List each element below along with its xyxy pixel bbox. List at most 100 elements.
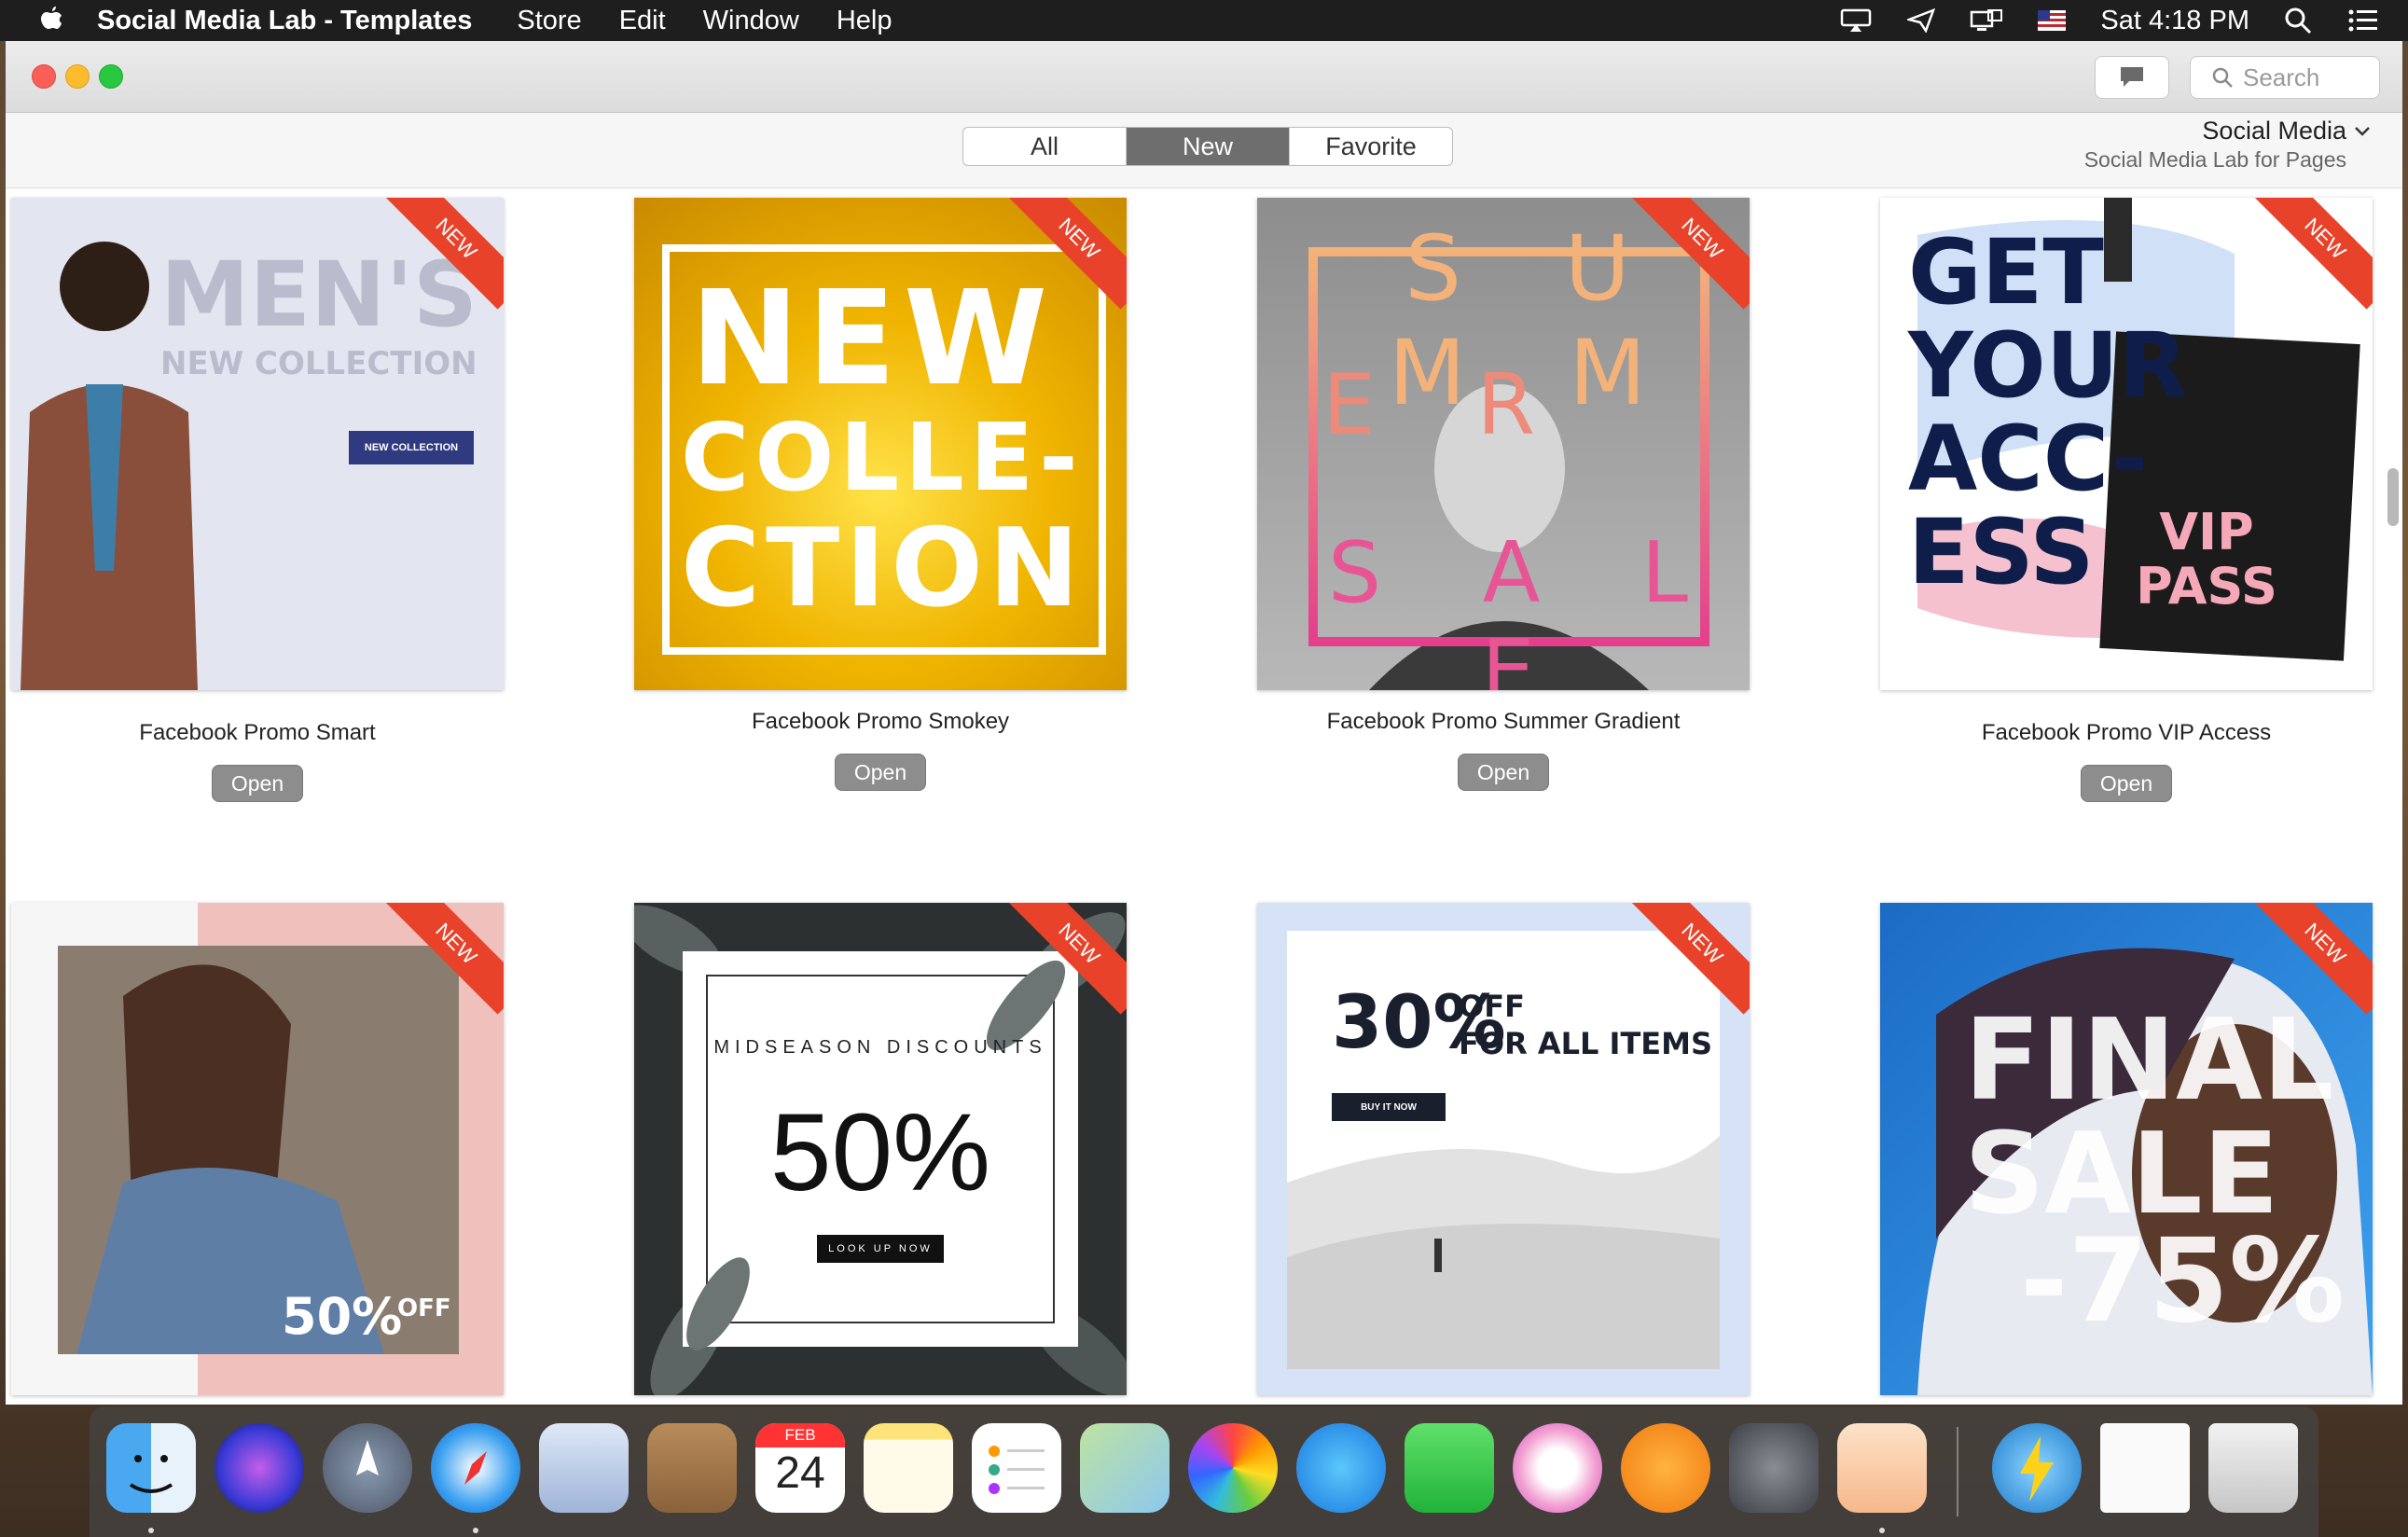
filter-segmented-control: All New Favorite <box>962 127 1453 166</box>
chevron-down-icon <box>2355 127 2370 136</box>
apple-icon[interactable] <box>37 7 65 35</box>
network-radar-icon[interactable] <box>1992 1423 2082 1513</box>
search-field[interactable]: Search <box>2190 56 2380 99</box>
open-button[interactable]: Open <box>835 754 926 791</box>
maps-icon[interactable] <box>1080 1423 1169 1513</box>
open-button[interactable]: Open <box>2081 765 2172 802</box>
art-subline: E R <box>1322 356 1573 454</box>
template-card: 30% OFF FOR ALL ITEMS BUY IT NOW NEW <box>1257 903 1750 1395</box>
template-card: FINAL SALE -75% NEW <box>1880 903 2373 1395</box>
art-subline-2: CTION <box>681 505 1086 631</box>
template-thumbnail[interactable]: 50% OFF NEW <box>11 903 504 1395</box>
launchpad-icon[interactable] <box>323 1423 412 1513</box>
art-subline-2: ACC- <box>1908 407 2149 511</box>
minimize-button[interactable] <box>65 64 90 89</box>
vertical-scrollbar[interactable] <box>2387 468 2399 526</box>
template-thumbnail[interactable]: 30% OFF FOR ALL ITEMS BUY IT NOW NEW <box>1257 903 1750 1395</box>
open-button[interactable]: Open <box>1458 754 1549 791</box>
notes-icon[interactable] <box>864 1423 953 1513</box>
template-thumbnail[interactable]: MEN'S NEW COLLECTION NEW COLLECTION NEW <box>11 198 504 690</box>
template-thumbnail[interactable]: FINAL SALE -75% NEW <box>1880 903 2373 1395</box>
filter-new[interactable]: New <box>1127 128 1290 165</box>
facetime-icon[interactable] <box>1405 1423 1494 1513</box>
art-subline: OFF <box>1459 989 1525 1024</box>
app-name-menu[interactable]: Social Media Lab - Templates <box>97 6 472 36</box>
template-title: Facebook Promo Summer Gradient <box>1326 709 1681 734</box>
search-icon <box>2212 67 2233 88</box>
template-card: MEN'S NEW COLLECTION NEW COLLECTION NEW … <box>11 198 504 802</box>
close-button[interactable] <box>32 64 56 89</box>
calendar-day: 24 <box>775 1448 825 1498</box>
category-selector[interactable]: Social Media Social Media Lab for Pages <box>2083 117 2370 173</box>
search-placeholder: Search <box>2243 62 2320 91</box>
running-indicator <box>473 1528 478 1533</box>
template-thumbnail[interactable]: GET YOUR ACC- ESS VIP PASS NEW <box>1880 198 2373 690</box>
contacts-icon[interactable] <box>647 1423 737 1513</box>
mail-icon[interactable] <box>539 1423 629 1513</box>
filter-favorite[interactable]: Favorite <box>1290 128 1452 165</box>
calendar-month: FEB <box>755 1423 845 1447</box>
safari-icon[interactable] <box>431 1423 520 1513</box>
category-title: Social Media <box>2202 117 2346 145</box>
filter-all[interactable]: All <box>963 128 1127 165</box>
templates-window: Search All New Favorite Social Media Soc… <box>6 41 2402 1405</box>
social-media-lab-icon[interactable] <box>1837 1423 1927 1513</box>
title-bar[interactable]: Search <box>6 41 2402 113</box>
running-indicator <box>148 1528 154 1533</box>
itunes-icon[interactable] <box>1513 1423 1602 1513</box>
desert-photo <box>1287 931 1720 1369</box>
document-icon[interactable] <box>2100 1423 2190 1513</box>
template-title: Facebook Promo Smokey <box>751 709 1010 734</box>
system-preferences-icon[interactable] <box>1729 1423 1819 1513</box>
template-thumbnail[interactable]: S U M M E R S A L E NEW <box>1257 198 1750 690</box>
template-card: MIDSEASON DISCOUNTS 50% LOOK UP NOW NEW <box>634 903 1127 1395</box>
template-card: S U M M E R S A L E NEW Facebook Promo S… <box>1257 198 1750 791</box>
airplay-display-icon[interactable] <box>1839 7 1873 34</box>
screen-mirror-icon[interactable] <box>1970 7 2003 34</box>
art-subline: OFF <box>397 1295 451 1322</box>
art-headline: NEW <box>690 263 1056 415</box>
category-subtitle: Social Media Lab for Pages <box>2083 147 2346 172</box>
art-subline-2: -75% <box>2020 1214 2346 1349</box>
running-indicator <box>1879 1528 1885 1533</box>
template-title: Facebook Promo Smart <box>139 720 376 745</box>
menu-store[interactable]: Store <box>517 6 581 36</box>
finder-icon[interactable] <box>106 1423 196 1513</box>
template-card: NEW COLLE- CTION NEW Facebook Promo Smok… <box>634 198 1127 791</box>
menu-edit[interactable]: Edit <box>619 6 666 36</box>
dock: FEB 24 <box>90 1406 2318 1537</box>
feedback-button[interactable] <box>2095 56 2169 99</box>
filter-toolbar: All New Favorite Social Media Social Med… <box>6 113 2402 188</box>
art-headline: GET <box>1908 220 2104 325</box>
art-subline-3: ESS <box>1908 500 2095 604</box>
send-icon[interactable] <box>1904 7 1938 34</box>
siri-icon[interactable] <box>215 1423 304 1513</box>
template-title: Facebook Promo VIP Access <box>1981 720 2272 745</box>
clock[interactable]: Sat 4:18 PM <box>2100 6 2249 36</box>
reminders-icon[interactable] <box>972 1423 1061 1513</box>
zoom-button[interactable] <box>99 64 123 89</box>
photos-icon[interactable] <box>1188 1423 1278 1513</box>
calendar-icon[interactable]: FEB 24 <box>755 1423 845 1513</box>
template-thumbnail[interactable]: MIDSEASON DISCOUNTS 50% LOOK UP NOW NEW <box>634 903 1127 1395</box>
art-button: NEW COLLECTION <box>349 431 474 464</box>
art-subline-2: FOR ALL ITEMS <box>1459 1026 1713 1061</box>
trash-icon[interactable] <box>2208 1423 2298 1513</box>
spotlight-search-icon[interactable] <box>2281 7 2315 35</box>
art-button: LOOK UP NOW <box>817 1235 944 1263</box>
template-thumbnail[interactable]: NEW COLLE- CTION NEW <box>634 198 1127 690</box>
notification-center-icon[interactable] <box>2346 7 2380 34</box>
ibooks-icon[interactable] <box>1621 1423 1710 1513</box>
dock-separator <box>1957 1427 1958 1516</box>
template-grid: MEN'S NEW COLLECTION NEW COLLECTION NEW … <box>6 188 2402 1405</box>
us-flag-icon[interactable] <box>2035 7 2069 34</box>
art-pass-label: VIP PASS <box>2136 503 2277 616</box>
messages-icon[interactable] <box>1296 1423 1386 1513</box>
open-button[interactable]: Open <box>212 765 303 802</box>
menu-window[interactable]: Window <box>703 6 799 36</box>
art-headline: FINAL <box>1964 996 2334 1126</box>
menu-help[interactable]: Help <box>837 6 893 36</box>
art-button: BUY IT NOW <box>1332 1093 1446 1121</box>
speech-bubble-icon <box>2121 67 2143 87</box>
art-subline: NEW COLLECTION <box>160 345 477 382</box>
